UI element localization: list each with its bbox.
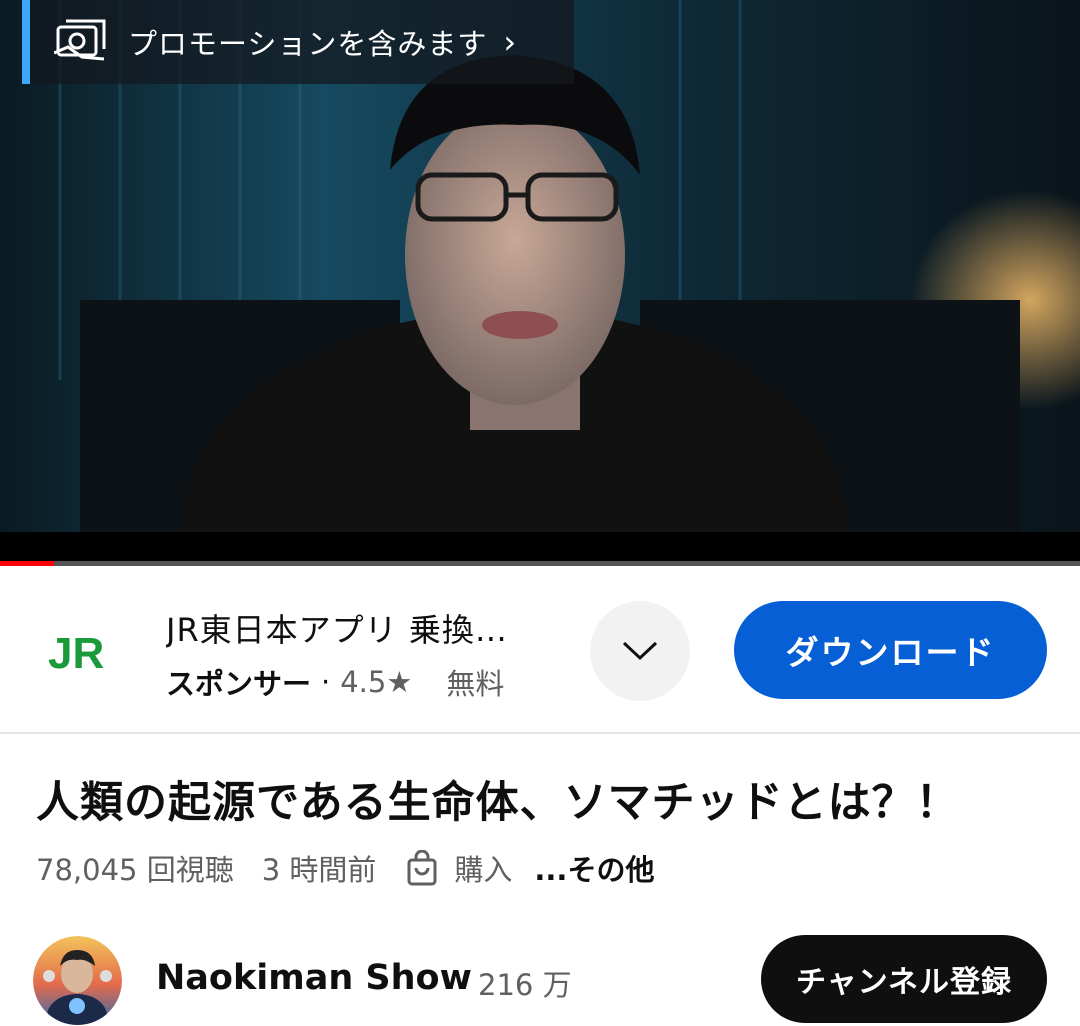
shopping-bag-icon bbox=[407, 850, 437, 886]
promotion-banner[interactable]: プロモーションを含みます › bbox=[22, 0, 574, 84]
promotion-label: プロモーションを含みます bbox=[128, 27, 488, 61]
channel-avatar[interactable] bbox=[33, 936, 122, 1025]
video-title[interactable]: 人類の起源である生命体、ソマチッドとは？！ bbox=[36, 768, 1046, 830]
jr-logo-text: JR bbox=[48, 630, 104, 674]
expand-ad-button[interactable] bbox=[590, 601, 690, 701]
separator-dot: · bbox=[321, 665, 331, 699]
video-stats[interactable]: 78,045 回視聴 3 時間前 購入 ...その他 bbox=[36, 848, 654, 888]
chevron-down-icon bbox=[622, 641, 658, 661]
jr-logo: JR bbox=[48, 630, 104, 674]
ad-meta: スポンサー · 4.5★ 無料 bbox=[166, 661, 504, 703]
view-count: 78,045 回視聴 bbox=[36, 853, 234, 887]
ad-title[interactable]: JR東日本アプリ 乗換… bbox=[166, 605, 566, 651]
sponsor-label: スポンサー bbox=[166, 667, 312, 701]
ad-rating: 4.5★ bbox=[340, 665, 413, 699]
chevron-right-icon: › bbox=[503, 23, 518, 61]
ad-price: 無料 bbox=[446, 667, 505, 701]
channel-name[interactable]: Naokiman Show bbox=[156, 958, 472, 998]
purchase-label: 購入 bbox=[454, 853, 513, 887]
upload-time: 3 時間前 bbox=[261, 853, 377, 887]
more-link[interactable]: ...その他 bbox=[534, 847, 654, 889]
promotion-icon bbox=[54, 19, 106, 61]
download-button[interactable]: ダウンロード bbox=[734, 601, 1047, 699]
subscriber-count: 216 万 bbox=[478, 968, 572, 1002]
video-player[interactable]: プロモーションを含みます › bbox=[0, 0, 1080, 566]
subscribe-button[interactable]: チャンネル登録 bbox=[761, 935, 1047, 1023]
